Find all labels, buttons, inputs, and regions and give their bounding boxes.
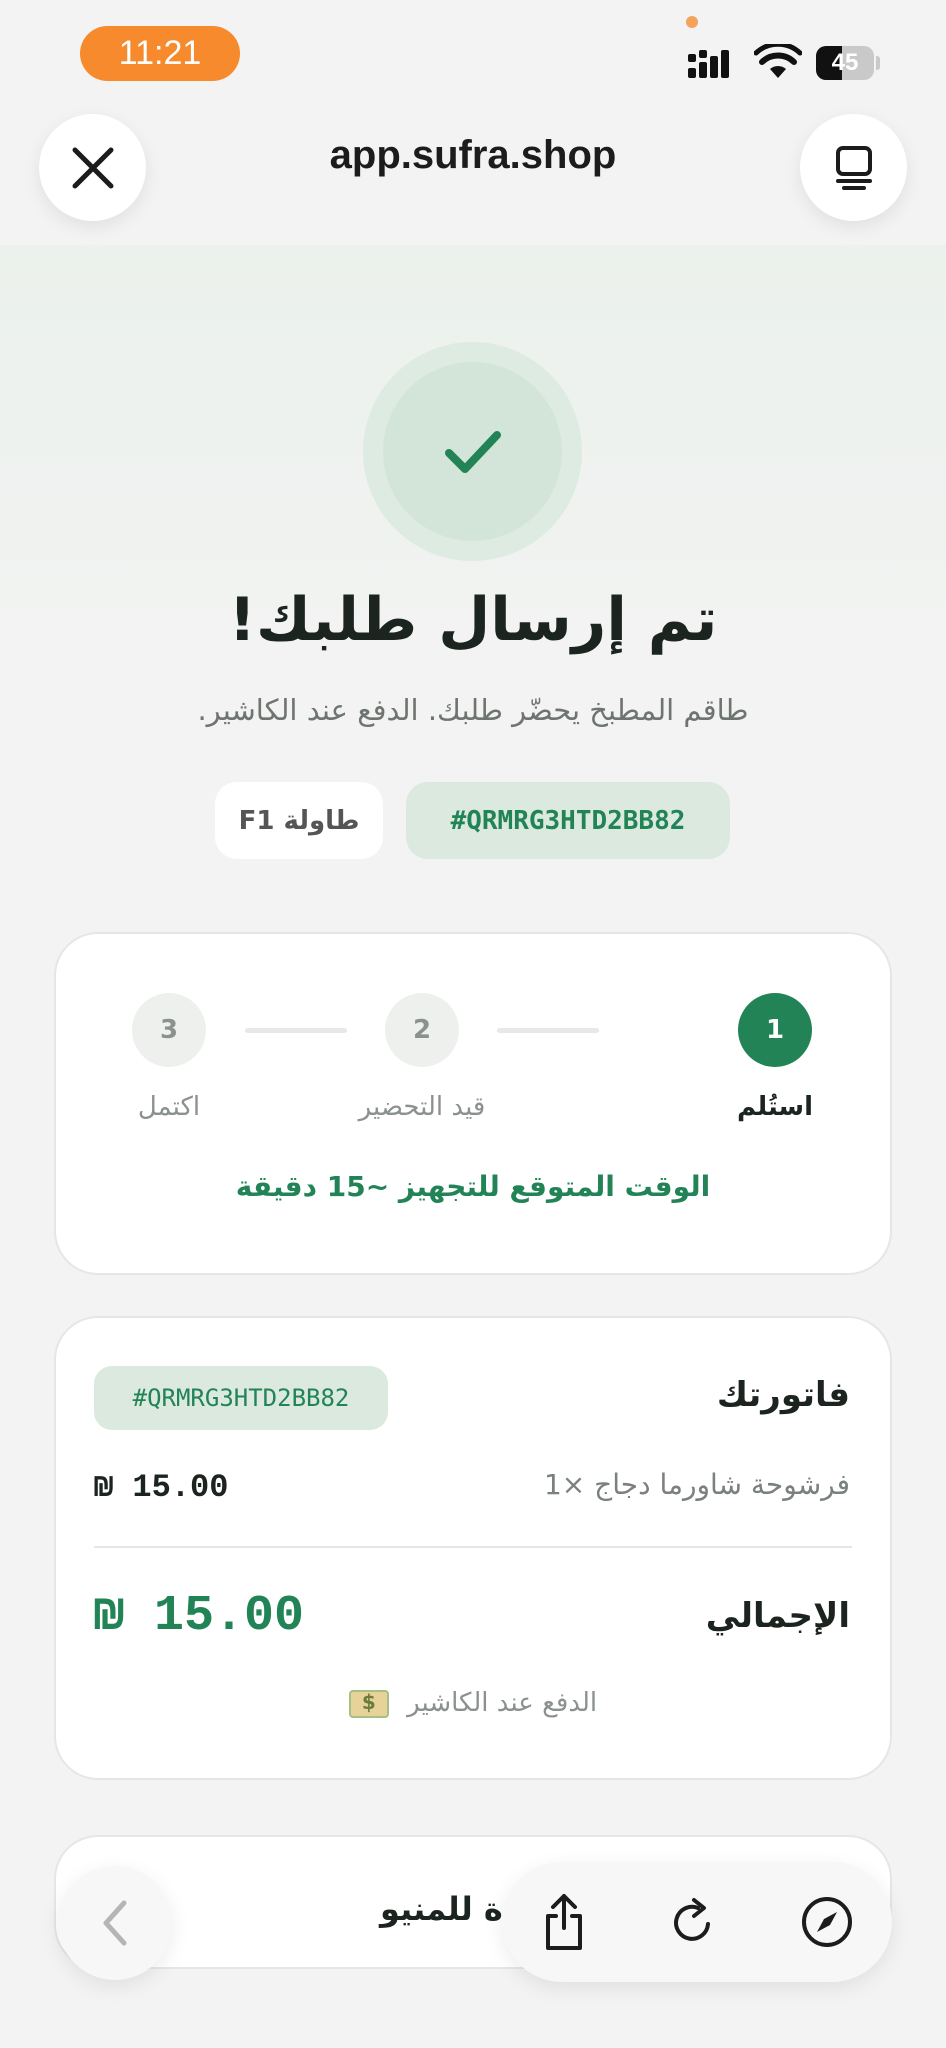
step-2-circle: 2 (385, 993, 459, 1067)
battery-tip (876, 56, 880, 70)
eta-text: الوقت المتوقع للتجهيز ~15 دقيقة (235, 1170, 711, 1203)
step-1-label: استُلم (736, 1092, 814, 1122)
share-icon (546, 1894, 582, 1950)
table-badge: طاولة F1 (215, 782, 383, 859)
invoice-divider (94, 1546, 852, 1548)
tabs-button[interactable] (800, 114, 907, 221)
privacy-indicator-dot (686, 16, 698, 28)
reload-icon (674, 1898, 710, 1941)
step-connector-1 (497, 1028, 599, 1033)
total-label: الإجمالي (705, 1596, 850, 1636)
payment-note-text: الدفع عند الكاشير (407, 1688, 598, 1718)
step-2-label: قيد التحضير (358, 1092, 486, 1122)
safari-compass-button[interactable] (792, 1887, 862, 1957)
wifi-icon (754, 44, 802, 78)
invoice-order-code: #QRMRG3HTD2BB82 (94, 1366, 388, 1430)
compass-icon (802, 1897, 852, 1947)
close-button[interactable] (39, 114, 146, 221)
invoice-item-price: ₪ 15.00 (94, 1469, 229, 1506)
step-3-circle: 3 (132, 993, 206, 1067)
page-subtitle: طاقم المطبخ يحضّر طلبك. الدفع عند الكاشي… (197, 693, 749, 727)
status-time: 11:21 (80, 26, 240, 81)
step-1-circle: 1 (738, 993, 812, 1067)
step-connector-2 (245, 1028, 347, 1033)
step-3-label: اكتمل (137, 1092, 201, 1122)
order-code-badge: #QRMRG3HTD2BB82 (406, 782, 730, 859)
back-to-menu-label[interactable]: دة للمنيو (380, 1890, 519, 1928)
tab-overview-icon (835, 145, 872, 190)
success-badge (383, 362, 562, 541)
chevron-left-icon (103, 1900, 127, 1946)
reload-button[interactable] (659, 1887, 729, 1957)
close-icon (72, 147, 113, 188)
invoice-title: فاتورتك (716, 1375, 850, 1415)
battery-level: 45 (831, 49, 859, 76)
signal-icon (688, 50, 729, 78)
payment-note: الدفع عند الكاشير (54, 1688, 892, 1718)
browser-back-button[interactable] (58, 1866, 172, 1980)
share-button[interactable] (529, 1887, 599, 1957)
total-value: ₪ 15.00 (94, 1588, 305, 1645)
invoice-item-name: فرشوحة شاورما دجاج ×1 (543, 1468, 850, 1501)
checkmark-icon (444, 430, 501, 473)
battery-icon: 45 (816, 46, 874, 80)
page-title: تم إرسال طلبك! (228, 585, 718, 655)
money-icon (348, 1689, 389, 1718)
page-url[interactable]: app.sufra.shop (273, 133, 673, 178)
